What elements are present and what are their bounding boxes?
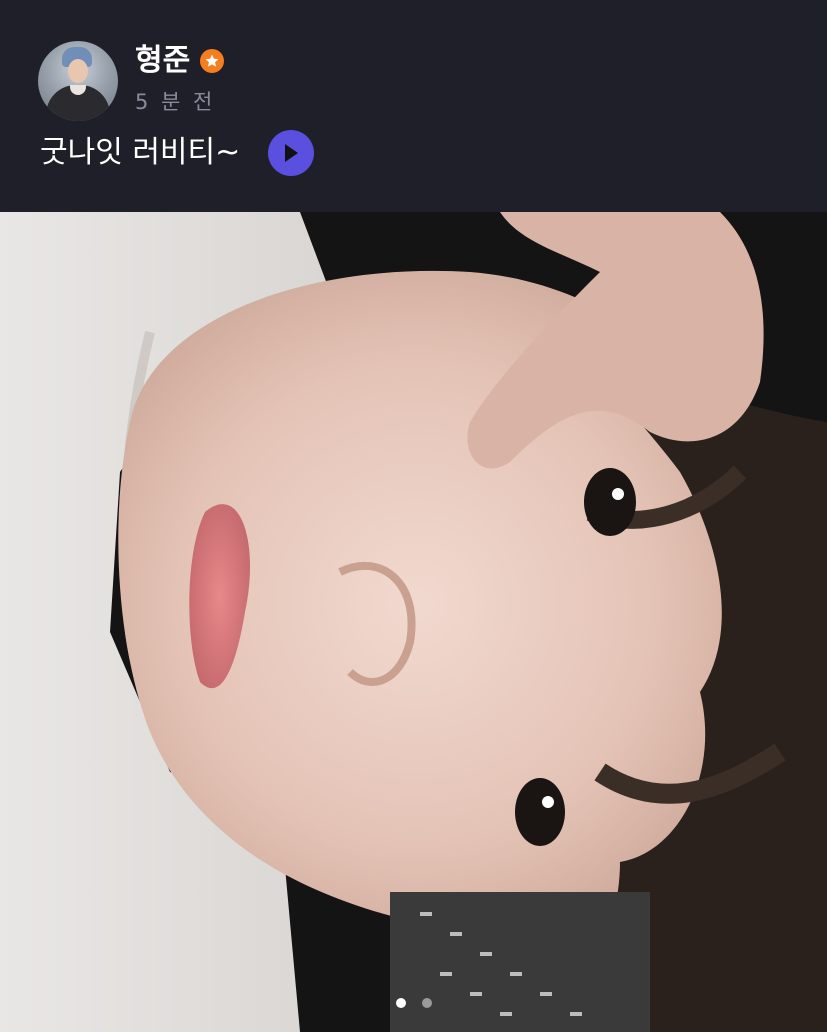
avatar[interactable]	[38, 41, 118, 121]
post-timestamp: 5 분 전	[135, 90, 216, 114]
photo-image	[0, 212, 827, 1032]
post-header: 형준 5 분 전 굿나잇 러비티~	[0, 0, 827, 212]
author-name[interactable]: 형준	[135, 42, 190, 80]
post-photo[interactable]	[0, 212, 827, 1032]
avatar-face	[68, 59, 88, 83]
pagination-dot-2[interactable]	[421, 998, 432, 1008]
play-icon	[285, 144, 298, 162]
post-caption: 굿나잇 러비티~	[40, 135, 241, 170]
pagination-dot-1[interactable]	[395, 998, 406, 1008]
post-card: 형준 5 분 전 굿나잇 러비티~	[0, 0, 827, 1032]
play-button[interactable]	[268, 130, 314, 176]
image-pagination	[0, 998, 827, 1010]
star-icon	[200, 49, 224, 73]
